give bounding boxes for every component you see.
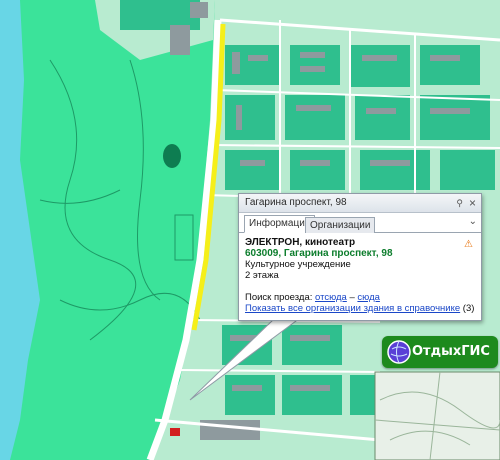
route-to-link[interactable]: сюда bbox=[357, 292, 380, 303]
popup-body: ⚠ ЭЛЕКТРОН, кинотеатр 603009, Гагарина п… bbox=[239, 233, 481, 318]
info-popup[interactable]: Гагарина проспект, 98 ⚲ × Информация Орг… bbox=[238, 193, 482, 321]
warning-icon[interactable]: ⚠ bbox=[464, 239, 473, 250]
show-all-count: (3) bbox=[462, 303, 475, 314]
org-address: 603009, Гагарина проспект, 98 bbox=[245, 248, 393, 259]
popup-title: Гагарина проспект, 98 bbox=[245, 197, 347, 208]
show-all-row: Показать все организации здания в справо… bbox=[245, 303, 475, 314]
globe-icon bbox=[387, 340, 411, 364]
otdyhgis-logo[interactable]: ОтдыхГИС bbox=[382, 336, 498, 368]
minimap[interactable] bbox=[374, 371, 500, 460]
org-floors: 2 этажа bbox=[245, 270, 279, 281]
tabs-scroll-icon[interactable]: ⌄ bbox=[469, 216, 477, 227]
route-from-link[interactable]: отсюда bbox=[315, 292, 347, 303]
logo-text: ОтдыхГИС bbox=[412, 344, 490, 359]
route-label: Поиск проезда: bbox=[245, 292, 313, 303]
stadium bbox=[163, 144, 181, 168]
route-dash: – bbox=[349, 292, 355, 303]
tab-organizations[interactable]: Организации bbox=[305, 217, 376, 233]
pin-icon[interactable]: ⚲ bbox=[456, 194, 463, 212]
show-all-orgs-link[interactable]: Показать все организации здания в справо… bbox=[245, 303, 460, 314]
route-row: Поиск проезда: отсюда – сюда bbox=[245, 292, 475, 303]
popup-title-bar[interactable]: Гагарина проспект, 98 ⚲ × bbox=[239, 194, 481, 213]
org-category: Культурное учреждение bbox=[245, 259, 351, 270]
close-icon[interactable]: × bbox=[469, 194, 476, 212]
popup-tabs: Информация Организации ⌄ bbox=[239, 215, 481, 233]
org-name: ЭЛЕКТРОН, кинотеатр bbox=[245, 237, 356, 248]
